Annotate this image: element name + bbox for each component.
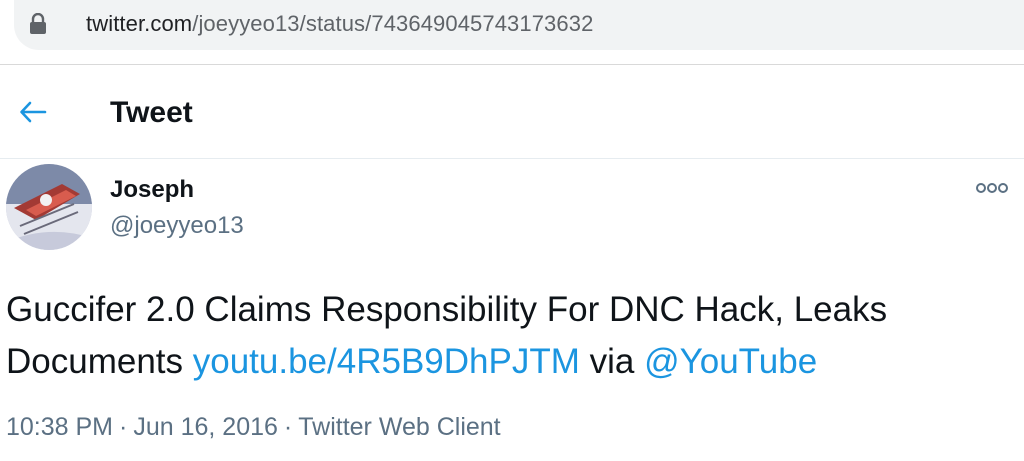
avatar[interactable] (6, 164, 92, 250)
tweet-client[interactable]: Twitter Web Client (298, 413, 500, 441)
back-arrow-icon (20, 101, 47, 123)
meta-separator: · (119, 413, 128, 441)
url-path: /joeyyeo13/status/743649045743173632 (192, 11, 594, 36)
tweet-date[interactable]: Jun 16, 2016 (133, 413, 278, 441)
page-title: Tweet (110, 96, 193, 129)
header-divider (0, 158, 1024, 159)
more-options-button[interactable] (972, 176, 1012, 200)
author-name[interactable]: Joseph (110, 176, 194, 204)
tweet-meta: 10:38 PM · Jun 16, 2016 · Twitter Web Client (6, 413, 501, 442)
url-text[interactable]: twitter.com/joeyyeo13/status/74364904574… (86, 11, 593, 37)
lock-icon[interactable] (28, 12, 48, 35)
tweet-via: via (579, 342, 645, 381)
tweet-text: Guccifer 2.0 Claims Responsibility For D… (6, 284, 1016, 388)
browser-divider (0, 64, 1024, 65)
url-domain: twitter.com (86, 11, 193, 36)
tweet-link[interactable]: youtu.be/4R5B9DhPJTM (193, 342, 580, 381)
tweet-time[interactable]: 10:38 PM (6, 413, 113, 441)
more-options-icon (976, 183, 1008, 193)
meta-separator: · (283, 413, 293, 441)
back-button[interactable] (13, 92, 53, 132)
tweet-mention[interactable]: @YouTube (644, 342, 817, 381)
author-handle[interactable]: @joeyyeo13 (110, 212, 244, 240)
